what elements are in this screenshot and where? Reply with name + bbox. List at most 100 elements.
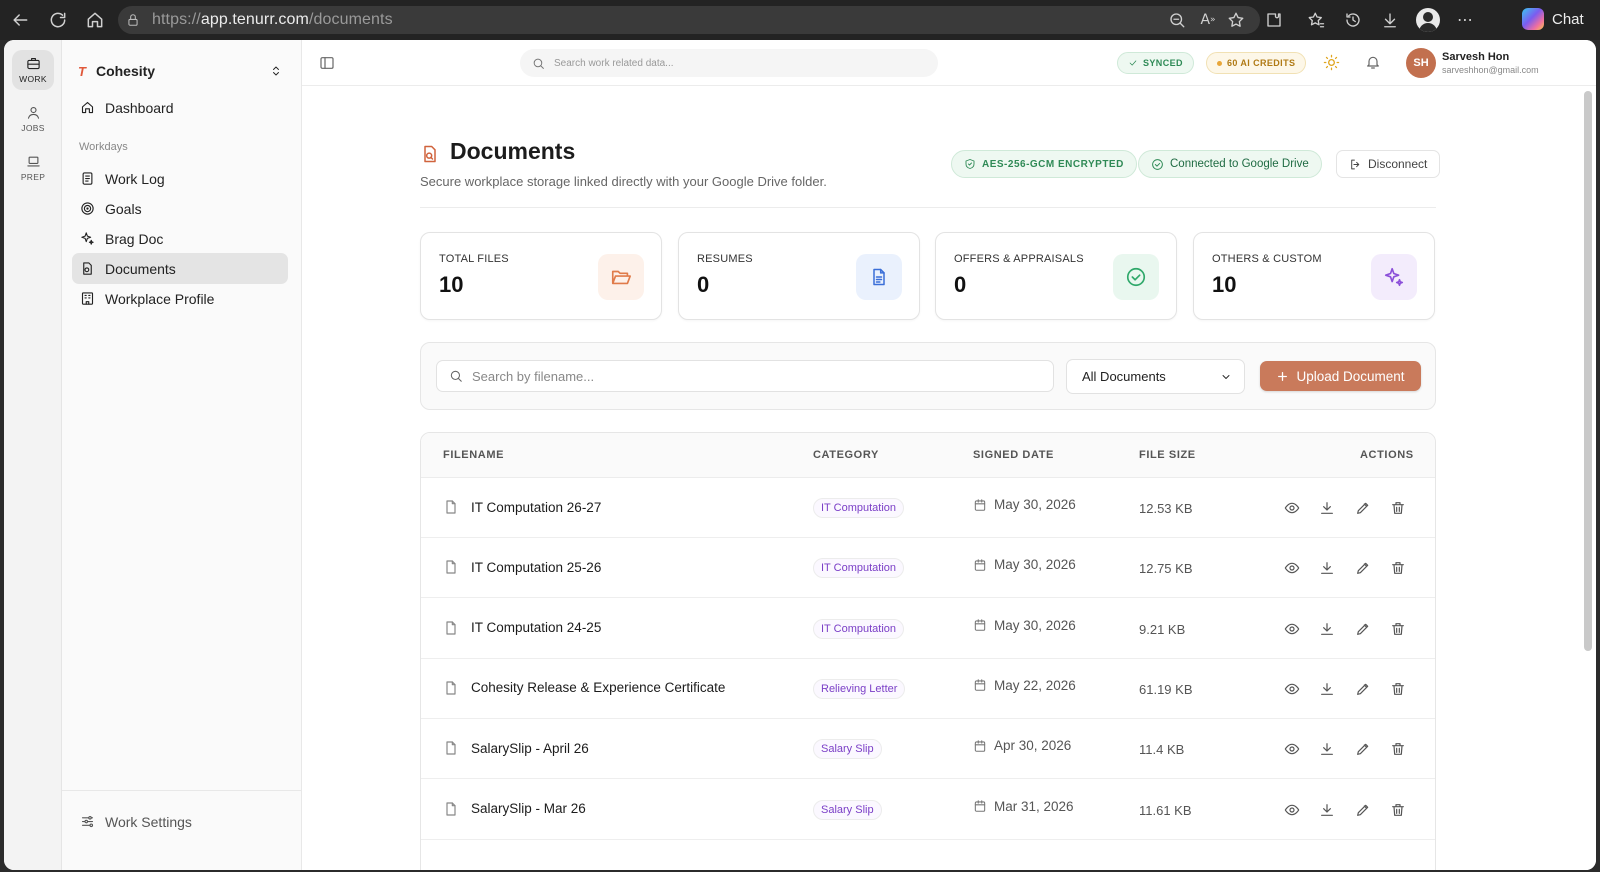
file-size-cell: 12.53 KB bbox=[1139, 501, 1193, 516]
rail-prep-button[interactable]: PREP bbox=[12, 148, 54, 188]
rail-work-button[interactable]: WORK bbox=[12, 50, 54, 90]
search-placeholder: Search work related data... bbox=[554, 57, 674, 69]
favorites-icon[interactable] bbox=[1304, 8, 1328, 32]
filename-cell[interactable]: IT Computation 24-25 bbox=[443, 619, 601, 637]
global-search-input[interactable]: Search work related data... bbox=[520, 49, 938, 77]
signed-date-text: May 30, 2026 bbox=[994, 557, 1076, 573]
bell-icon[interactable] bbox=[1365, 54, 1381, 70]
zoom-icon[interactable] bbox=[1165, 8, 1189, 32]
user-email: sarveshhon@gmail.com bbox=[1442, 65, 1539, 75]
filename-cell[interactable]: IT Computation 26-27 bbox=[443, 498, 601, 516]
download-icon[interactable] bbox=[1318, 499, 1336, 517]
user-name: Sarvesh Hon bbox=[1442, 51, 1510, 63]
credits-dot-icon bbox=[1217, 60, 1222, 66]
category-filter-select[interactable]: All Documents bbox=[1066, 359, 1245, 394]
file-icon bbox=[443, 498, 459, 516]
delete-icon[interactable] bbox=[1389, 499, 1407, 517]
profile-avatar-icon[interactable] bbox=[1416, 8, 1440, 32]
filename-cell[interactable]: Cohesity Release & Experience Certificat… bbox=[443, 679, 725, 697]
more-icon[interactable]: ⋯ bbox=[1453, 8, 1477, 32]
delete-icon[interactable] bbox=[1389, 801, 1407, 819]
sidebar-item-goals[interactable]: Goals bbox=[72, 193, 288, 224]
delete-icon[interactable] bbox=[1389, 680, 1407, 698]
shield-check-icon bbox=[965, 159, 975, 169]
reload-icon[interactable] bbox=[46, 8, 70, 32]
download-icon[interactable] bbox=[1318, 680, 1336, 698]
ai-credits-badge[interactable]: 60 AI CREDITS bbox=[1206, 52, 1307, 74]
history-icon[interactable] bbox=[1341, 8, 1365, 32]
edit-icon[interactable] bbox=[1354, 801, 1372, 819]
header-signed-date[interactable]: SIGNED DATE bbox=[973, 449, 1054, 461]
tenurr-logo-icon: T bbox=[78, 63, 86, 79]
divider bbox=[420, 207, 1436, 208]
top-bar: Search work related data... SYNCED 60 AI… bbox=[302, 40, 1596, 86]
delete-icon[interactable] bbox=[1389, 559, 1407, 577]
sidebar-item-documents[interactable]: Documents bbox=[72, 253, 288, 284]
extensions-icon[interactable] bbox=[1262, 8, 1286, 32]
sidebar-item-dashboard[interactable]: Dashboard bbox=[72, 92, 288, 123]
rail-jobs-button[interactable]: JOBS bbox=[12, 99, 54, 139]
table-row[interactable]: IT Computation 25-26 IT Computation May 30… bbox=[421, 538, 1435, 599]
delete-icon[interactable] bbox=[1389, 620, 1407, 638]
view-icon[interactable] bbox=[1283, 620, 1301, 638]
edit-icon[interactable] bbox=[1354, 559, 1372, 577]
sidebar-toggle-icon[interactable] bbox=[319, 55, 335, 71]
upload-document-button[interactable]: Upload Document bbox=[1260, 361, 1421, 391]
sidebar-item-work-log[interactable]: Work Log bbox=[72, 163, 288, 194]
stat-card-offers-appraisals: OFFERS & APPRAISALS 0 bbox=[935, 232, 1177, 320]
edit-icon[interactable] bbox=[1354, 499, 1372, 517]
download-icon[interactable] bbox=[1318, 801, 1336, 819]
header-filename[interactable]: FILENAME bbox=[443, 449, 504, 461]
download-icon[interactable] bbox=[1318, 559, 1336, 577]
back-icon[interactable] bbox=[8, 8, 32, 32]
copilot-chat-button[interactable]: Chat bbox=[1522, 8, 1584, 30]
edit-icon[interactable] bbox=[1354, 620, 1372, 638]
sidebar-item-workplace-profile[interactable]: Workplace Profile bbox=[72, 283, 288, 314]
download-icon[interactable] bbox=[1378, 8, 1402, 32]
file-size-cell: 11.4 KB bbox=[1139, 742, 1185, 758]
filename-cell[interactable]: SalarySlip - Mar 26 bbox=[443, 800, 586, 818]
signed-date-cell: Mar 31, 2026 bbox=[973, 799, 1074, 814]
sun-icon[interactable] bbox=[1323, 54, 1340, 71]
view-icon[interactable] bbox=[1283, 559, 1301, 577]
delete-icon[interactable] bbox=[1389, 740, 1407, 758]
table-row[interactable]: Cohesity Release & Experience Certificat… bbox=[421, 659, 1435, 719]
edit-icon[interactable] bbox=[1354, 740, 1372, 758]
download-icon[interactable] bbox=[1318, 620, 1336, 638]
table-row[interactable]: SalarySlip - April 26 Salary Slip Apr 30, … bbox=[421, 719, 1435, 780]
favorite-star-icon[interactable] bbox=[1224, 8, 1248, 32]
lock-icon[interactable] bbox=[126, 12, 140, 28]
org-switcher[interactable]: T Cohesity bbox=[78, 54, 290, 88]
view-icon[interactable] bbox=[1283, 740, 1301, 758]
view-icon[interactable] bbox=[1283, 680, 1301, 698]
table-row[interactable]: SalarySlip - Mar 26 Salary Slip Mar 31, 20… bbox=[421, 780, 1435, 840]
disconnect-button[interactable]: Disconnect bbox=[1336, 150, 1441, 178]
signed-date-cell: Apr 30, 2026 bbox=[973, 738, 1071, 753]
table-header: FILENAME CATEGORY SIGNED DATE FILE SIZE … bbox=[421, 433, 1435, 478]
sidebar-item-label: Work Log bbox=[105, 170, 165, 187]
google-drive-status-badge: Connected to Google Drive bbox=[1138, 150, 1322, 178]
header-category[interactable]: CATEGORY bbox=[813, 449, 879, 461]
work-settings-button[interactable]: Work Settings bbox=[72, 806, 288, 837]
filename-cell[interactable]: IT Computation 25-26 bbox=[443, 558, 601, 576]
edit-icon[interactable] bbox=[1354, 680, 1372, 698]
chat-label: Chat bbox=[1552, 10, 1584, 28]
stat-value: 0 bbox=[697, 272, 710, 297]
read-aloud-icon[interactable]: A» bbox=[1196, 8, 1220, 32]
view-icon[interactable] bbox=[1283, 499, 1301, 517]
scrollbar[interactable] bbox=[1584, 91, 1592, 651]
target-icon bbox=[81, 202, 94, 215]
view-icon[interactable] bbox=[1283, 801, 1301, 819]
header-file-size[interactable]: FILE SIZE bbox=[1139, 449, 1196, 461]
download-icon[interactable] bbox=[1318, 740, 1336, 758]
avatar[interactable]: SH bbox=[1406, 48, 1436, 78]
url-text[interactable]: https://app.tenurr.com/documents bbox=[152, 11, 393, 29]
sidebar-item-brag-doc[interactable]: Brag Doc bbox=[72, 223, 288, 254]
table-row[interactable]: IT Computation 24-25 IT Computation May 30… bbox=[421, 599, 1435, 659]
filename-cell[interactable]: SalarySlip - April 26 bbox=[443, 739, 589, 757]
home-icon[interactable] bbox=[83, 8, 107, 32]
filename-text: Cohesity Release & Experience Certificat… bbox=[471, 680, 726, 696]
table-row[interactable]: IT Computation 26-27 IT Computation May 30… bbox=[421, 478, 1435, 538]
category-badge: Salary Slip bbox=[813, 739, 882, 760]
filename-search-input[interactable]: Search by filename... bbox=[436, 360, 1054, 392]
